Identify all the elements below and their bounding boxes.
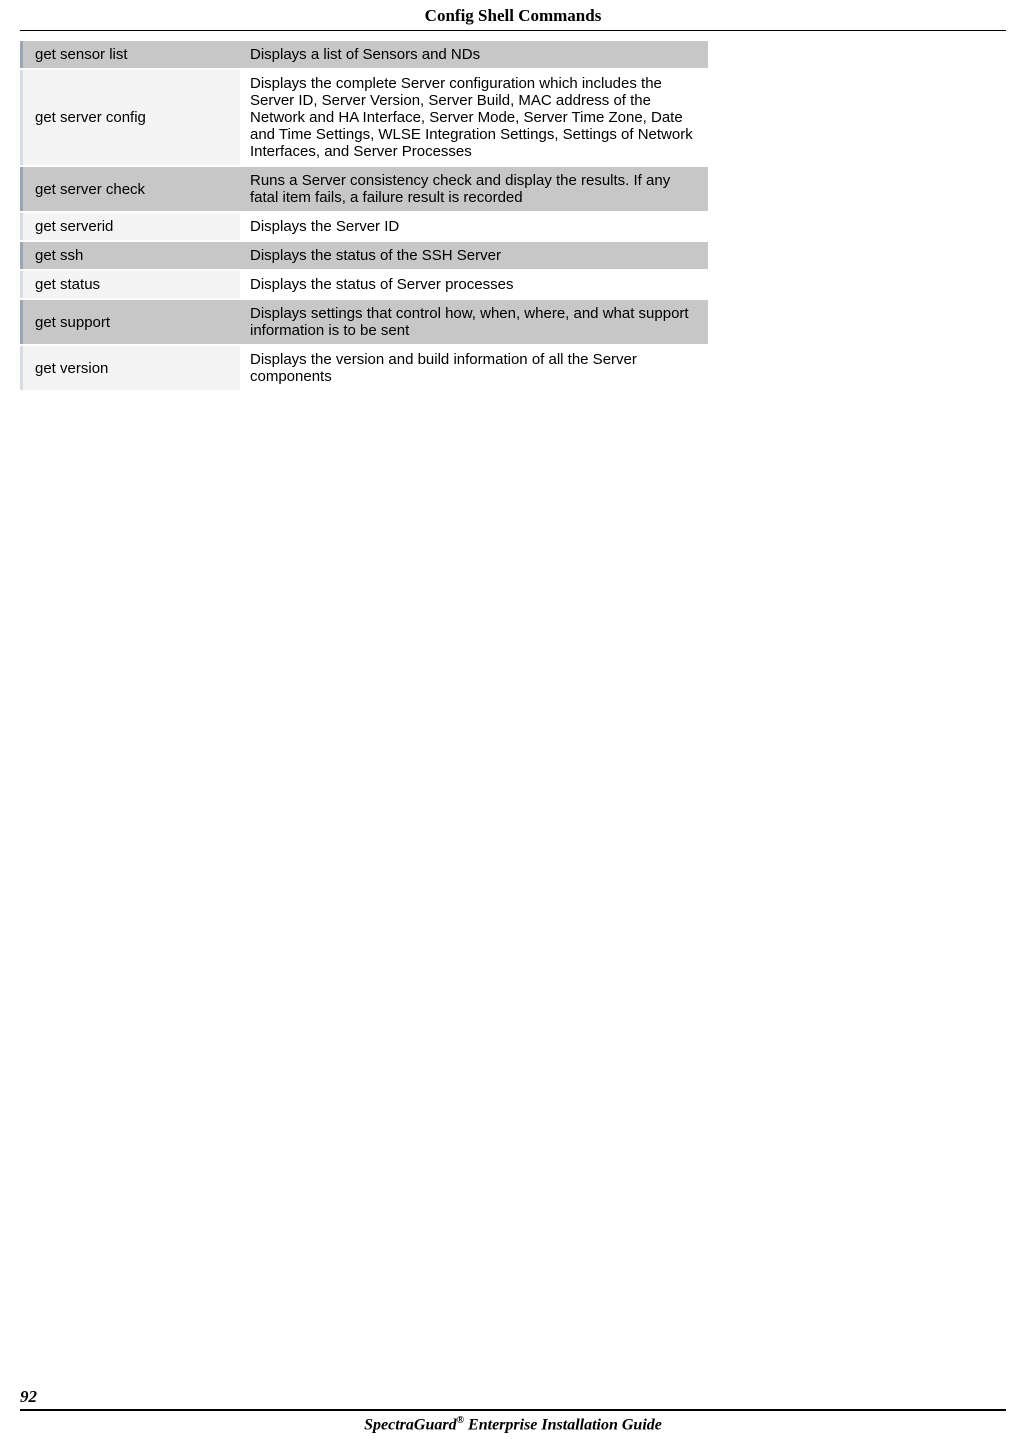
table-row: get versionDisplays the version and buil…	[20, 346, 708, 390]
table-row: get server configDisplays the complete S…	[20, 70, 708, 165]
command-name: get ssh	[20, 242, 240, 269]
table-row: get serveridDisplays the Server ID	[20, 213, 708, 240]
commands-table: get sensor listDisplays a list of Sensor…	[20, 39, 708, 392]
footer-title-pre: SpectraGuard	[364, 1416, 456, 1433]
table-row: get sshDisplays the status of the SSH Se…	[20, 242, 708, 269]
table-row: get supportDisplays settings that contro…	[20, 300, 708, 344]
command-name: get version	[20, 346, 240, 390]
command-description: Runs a Server consistency check and disp…	[240, 167, 708, 211]
footer-title-post: Enterprise Installation Guide	[464, 1416, 662, 1433]
command-name: get status	[20, 271, 240, 298]
command-name: get support	[20, 300, 240, 344]
page-header: Config Shell Commands	[20, 0, 1006, 31]
command-description: Displays the status of the SSH Server	[240, 242, 708, 269]
footer-book-title: SpectraGuard® Enterprise Installation Gu…	[20, 1415, 1006, 1434]
page-number: 92	[20, 1387, 1006, 1407]
page-footer: 92 SpectraGuard® Enterprise Installation…	[20, 1387, 1006, 1434]
footer-rule	[20, 1409, 1006, 1411]
command-description: Displays the Server ID	[240, 213, 708, 240]
command-name: get serverid	[20, 213, 240, 240]
command-name: get server config	[20, 70, 240, 165]
command-description: Displays settings that control how, when…	[240, 300, 708, 344]
page-header-title: Config Shell Commands	[425, 6, 602, 25]
registered-mark: ®	[457, 1415, 464, 1426]
command-name: get sensor list	[20, 41, 240, 68]
table-row: get statusDisplays the status of Server …	[20, 271, 708, 298]
command-description: Displays the status of Server processes	[240, 271, 708, 298]
table-row: get sensor listDisplays a list of Sensor…	[20, 41, 708, 68]
command-description: Displays a list of Sensors and NDs	[240, 41, 708, 68]
command-description: Displays the version and build informati…	[240, 346, 708, 390]
command-description: Displays the complete Server configurati…	[240, 70, 708, 165]
page-content: get sensor listDisplays a list of Sensor…	[0, 31, 1026, 392]
command-name: get server check	[20, 167, 240, 211]
table-row: get server checkRuns a Server consistenc…	[20, 167, 708, 211]
